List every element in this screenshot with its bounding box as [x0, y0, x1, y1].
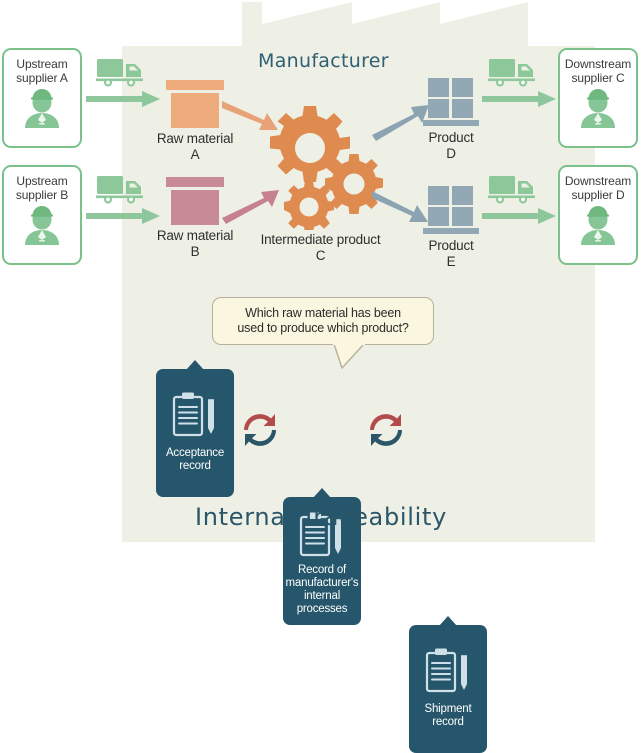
person-icon — [25, 89, 59, 128]
card-notch — [313, 488, 331, 498]
product-d-label: Product D — [428, 130, 474, 161]
downstream-supplier-c-label: Downstream supplier C — [564, 57, 632, 85]
truck-icon — [488, 176, 535, 204]
record-card-shipment[interactable]: Shipment record — [409, 616, 487, 753]
question-callout-text: Which raw material has been used to prod… — [237, 306, 409, 335]
record-card-shipment-label: Shipment record — [424, 703, 472, 728]
record-card-acceptance[interactable]: Acceptance record — [156, 360, 234, 497]
product-e-pallet-icon — [423, 186, 479, 234]
person-icon — [581, 206, 615, 245]
person-icon — [581, 89, 615, 128]
manufacturer-title: Manufacturer — [258, 50, 389, 72]
clipboard-icon — [172, 392, 214, 437]
sidebar-item-downstream-supplier-d[interactable]: Downstream supplier D — [558, 165, 638, 265]
truck-icon — [488, 59, 535, 87]
upstream-supplier-b-label: Upstream supplier B — [15, 174, 69, 202]
raw-material-a-box-icon — [166, 80, 224, 128]
callout-tail — [333, 342, 365, 369]
record-card-acceptance-label: Acceptance record — [165, 447, 225, 472]
clipboard-icon — [425, 648, 467, 693]
downstream-supplier-d-label: Downstream supplier D — [564, 174, 632, 202]
truck-icon — [96, 59, 143, 87]
flow-arrow-factory-to-supplier-c — [482, 91, 556, 107]
sidebar-item-upstream-supplier-a[interactable]: Upstream supplier A — [2, 48, 82, 148]
upstream-supplier-a-label: Upstream supplier A — [16, 57, 68, 85]
card-notch — [186, 360, 204, 370]
product-d-pallet-icon — [423, 78, 479, 126]
flow-arrow-supplier-b-to-factory — [86, 208, 160, 224]
raw-material-b-box-icon — [166, 177, 224, 225]
diagram-canvas: Manufacturer Upstream supplier A Upstrea… — [0, 0, 642, 753]
question-callout: Which raw material has been used to prod… — [212, 297, 434, 345]
flow-arrow-factory-to-supplier-d — [482, 208, 556, 224]
card-notch — [439, 616, 457, 626]
sidebar-item-upstream-supplier-b[interactable]: Upstream supplier B — [2, 165, 82, 265]
sync-cycle-icon — [244, 414, 276, 446]
product-e-label: Product E — [428, 238, 474, 269]
person-icon — [25, 206, 59, 245]
record-card-internal-processes-label: Record of manufacturer's internal proces… — [285, 564, 359, 615]
sidebar-item-downstream-supplier-c[interactable]: Downstream supplier C — [558, 48, 638, 148]
intermediate-product-label: Intermediate product C — [260, 232, 381, 263]
page-title: Internal Traceability — [194, 503, 448, 531]
raw-material-b-label: Raw material B — [156, 228, 234, 259]
truck-icon — [96, 176, 143, 204]
sync-cycle-icon — [370, 414, 402, 446]
flow-arrow-supplier-a-to-factory — [86, 91, 160, 107]
